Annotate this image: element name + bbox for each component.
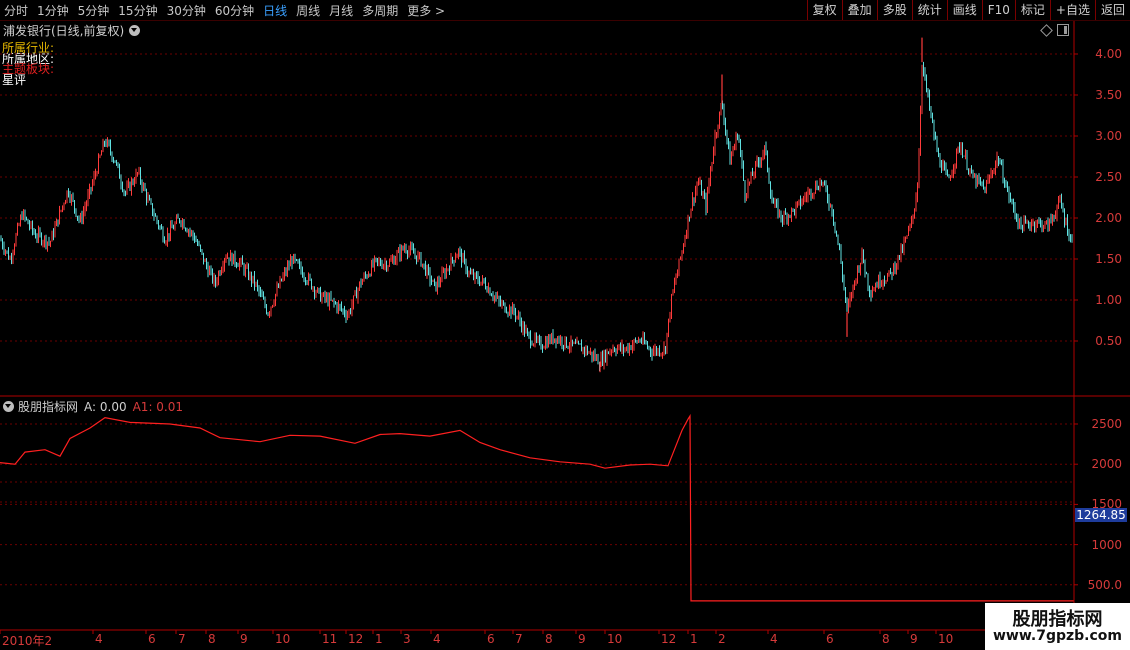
- date-tick-label: 10: [938, 632, 954, 646]
- date-tick-label: 8: [882, 632, 890, 646]
- price-tick-label: 2.50: [1095, 170, 1122, 184]
- indicator-tick-label: 2500: [1091, 417, 1122, 431]
- stock-chart[interactable]: [0, 0, 1130, 650]
- indicator-line: [0, 413, 1074, 602]
- date-tick-label: 7: [178, 632, 186, 646]
- price-tick-label: 0.50: [1095, 334, 1122, 348]
- date-tick-label: 9: [240, 632, 248, 646]
- date-tick-label: 12: [661, 632, 677, 646]
- price-tick-label: 3.00: [1095, 129, 1122, 143]
- date-tick-label: 6: [826, 632, 834, 646]
- date-tick-label: 7: [515, 632, 523, 646]
- date-tick-label: 3: [403, 632, 411, 646]
- current-value-tag: 1264.85: [1075, 508, 1127, 522]
- indicator-a1-value: A1: 0.01: [132, 399, 184, 414]
- date-tick-label: 1: [375, 632, 383, 646]
- date-tick-label: 10: [607, 632, 623, 646]
- date-tick-label: 9: [578, 632, 586, 646]
- price-tick-label: 1.00: [1095, 293, 1122, 307]
- date-tick-label: 2: [718, 632, 726, 646]
- price-tick-label: 2.00: [1095, 211, 1122, 225]
- date-tick-label: 1: [690, 632, 698, 646]
- indicator-tick-label: 500.0: [1087, 577, 1122, 592]
- candlestick-series: [0, 37, 1073, 373]
- date-tick-label: 6: [487, 632, 495, 646]
- indicator-a-value: A: 0.00: [84, 399, 127, 414]
- date-tick-label: 9: [910, 632, 918, 646]
- indicator-title[interactable]: 股朋指标网 A: 0.00 A1: 0.01: [3, 398, 189, 415]
- price-tick-label: 3.50: [1095, 88, 1122, 102]
- date-tick-label: 4: [433, 632, 441, 646]
- date-tick-label: 2010年2: [2, 634, 53, 648]
- date-tick-label: 11: [322, 632, 338, 646]
- price-tick-label: 1.50: [1095, 252, 1122, 266]
- indicator-tick-label: 2000: [1091, 457, 1122, 472]
- indicator-line-path: [0, 413, 1074, 602]
- date-tick-label: 10: [275, 632, 291, 646]
- date-tick-label: 8: [208, 632, 216, 646]
- price-tick-label: 4.00: [1095, 47, 1122, 61]
- date-tick-label: 8: [545, 632, 553, 646]
- date-tick-label: 4: [770, 632, 778, 646]
- grid-lines: [0, 53, 1074, 586]
- indicator-tick-label: 1000: [1091, 537, 1122, 552]
- watermark: 股朋指标网 www.7gpzb.com: [985, 603, 1130, 650]
- watermark-url: www.7gpzb.com: [992, 628, 1122, 644]
- date-tick-label: 12: [348, 632, 364, 646]
- indicator-name: 股朋指标网: [18, 400, 79, 414]
- axes: [0, 21, 1130, 634]
- date-tick-label: 4: [95, 632, 103, 646]
- chevron-down-icon[interactable]: [3, 401, 14, 412]
- date-tick-label: 6: [148, 632, 156, 646]
